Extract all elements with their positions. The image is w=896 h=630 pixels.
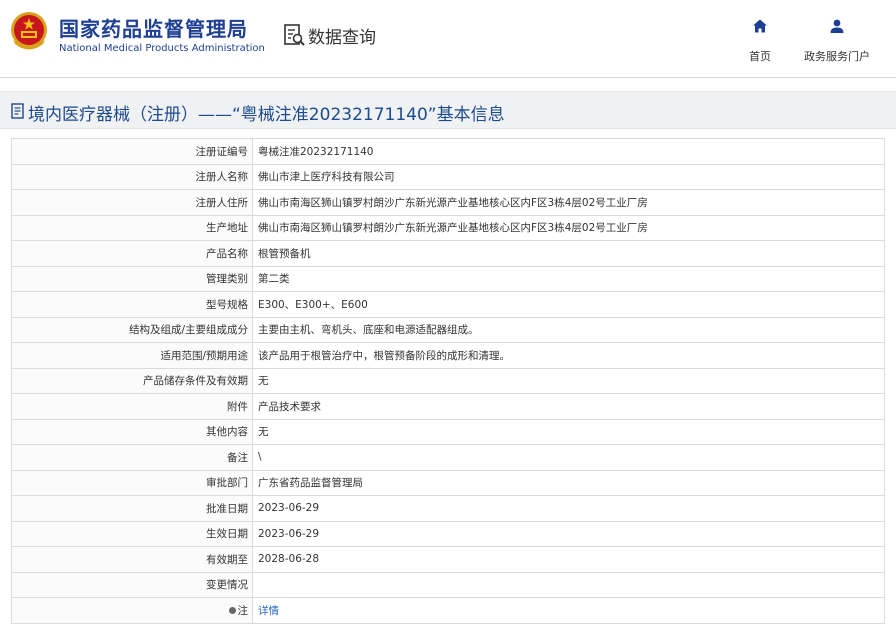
detail-label: 其他内容 xyxy=(11,418,253,445)
detail-row: 审批部门 广东省药品监督管理局 xyxy=(11,469,885,496)
detail-row: 产品名称 根管预备机 xyxy=(11,240,885,267)
detail-value: 佛山市南海区狮山镇罗村朗沙广东新光源产业基地核心区内F区3栋4层02号工业厂房 xyxy=(252,189,885,216)
detail-value: 2023-06-29 xyxy=(252,495,885,522)
detail-value: 产品技术要求 xyxy=(252,393,885,420)
detail-row: 适用范围/预期用途 该产品用于根管治疗中，根管预备阶段的成形和清理。 xyxy=(11,342,885,369)
document-search-icon xyxy=(284,24,305,46)
detail-label: 变更情况 xyxy=(11,571,253,598)
document-icon xyxy=(11,103,24,119)
org-name-cn[interactable]: 国家药品监督管理局 xyxy=(59,13,248,42)
detail-row: 产品储存条件及有效期无 xyxy=(11,367,885,394)
detail-row: 注册人名称 佛山市津上医疗科技有限公司 xyxy=(11,163,885,190)
detail-row: 管理类别 第二类 xyxy=(11,265,885,292)
user-icon xyxy=(830,19,844,33)
bullet-icon xyxy=(228,606,236,614)
detail-value xyxy=(252,571,885,598)
detail-value: \ xyxy=(252,444,885,471)
detail-row: 生效日期 2023-06-29 xyxy=(11,520,885,547)
detail-label: 附件 xyxy=(11,393,253,420)
details-link[interactable]: 详情 xyxy=(258,605,279,617)
detail-label: 结构及组成/主要组成成分 xyxy=(11,316,253,343)
detail-label: 产品名称 xyxy=(11,240,253,267)
detail-row: 其他内容无 xyxy=(11,418,885,445)
detail-value: 佛山市津上医疗科技有限公司 xyxy=(252,163,885,190)
detail-label: 有效期至 xyxy=(11,546,253,573)
note-label-cell: 注 xyxy=(11,597,253,624)
nav-service-portal[interactable]: 政务服务门户 xyxy=(792,18,882,64)
page-title-bar: 境内医疗器械（注册）——“粤械注准20232171140”基本信息 xyxy=(0,91,896,129)
detail-label: 注册人住所 xyxy=(11,189,253,216)
detail-value: E300、E300+、E600 xyxy=(252,291,885,318)
detail-label: 生效日期 xyxy=(11,520,253,547)
detail-value: 无 xyxy=(252,367,885,394)
org-name-en[interactable]: National Medical Products Administration xyxy=(59,43,265,54)
detail-row: 备注 \ xyxy=(11,444,885,471)
detail-row: 生产地址 佛山市南海区狮山镇罗村朗沙广东新光源产业基地核心区内F区3栋4层02号工… xyxy=(11,214,885,241)
site-header: 国家药品监督管理局 National Medical Products Admi… xyxy=(0,0,896,78)
note-row: 注详情 xyxy=(11,597,885,624)
detail-label: 管理类别 xyxy=(11,265,253,292)
detail-value: 2028-06-28 xyxy=(252,546,885,573)
home-icon xyxy=(753,19,767,33)
detail-label: 型号规格 xyxy=(11,291,253,318)
detail-label: 备注 xyxy=(11,444,253,471)
detail-value: 主要由主机、弯机头、底座和电源适配器组成。 xyxy=(252,316,885,343)
detail-label: 产品储存条件及有效期 xyxy=(11,367,253,394)
detail-value: 佛山市南海区狮山镇罗村朗沙广东新光源产业基地核心区内F区3栋4层02号工业厂房 xyxy=(252,214,885,241)
detail-row: 型号规格 E300、E300+、E600 xyxy=(11,291,885,318)
detail-value: 该产品用于根管治疗中，根管预备阶段的成形和清理。 xyxy=(252,342,885,369)
detail-label: 批准日期 xyxy=(11,495,253,522)
detail-value: 2023-06-29 xyxy=(252,520,885,547)
detail-value: 无 xyxy=(252,418,885,445)
detail-value: 粤械注准20232171140 xyxy=(252,138,885,165)
detail-value: 第二类 xyxy=(252,265,885,292)
detail-row: 有效期至 2028-06-28 xyxy=(11,546,885,573)
detail-label: 审批部门 xyxy=(11,469,253,496)
page-title: 境内医疗器械（注册）——“粤械注准20232171140”基本信息 xyxy=(28,105,505,125)
detail-row: 批准日期 2023-06-29 xyxy=(11,495,885,522)
detail-row: 附件 产品技术要求 xyxy=(11,393,885,420)
note-label: 注 xyxy=(237,604,249,617)
nav-service-portal-label: 政务服务门户 xyxy=(804,50,870,63)
detail-label: 生产地址 xyxy=(11,214,253,241)
detail-row: 注册人住所 佛山市南海区狮山镇罗村朗沙广东新光源产业基地核心区内F区3栋4层02号… xyxy=(11,189,885,216)
detail-label: 注册证编号 xyxy=(11,138,253,165)
data-query-title[interactable]: 数据查询 xyxy=(282,22,376,48)
detail-label: 适用范围/预期用途 xyxy=(11,342,253,369)
detail-row: 变更情况 xyxy=(11,571,885,598)
note-value-cell: 详情 xyxy=(252,597,885,624)
detail-row: 注册证编号 粤械注准20232171140 xyxy=(11,138,885,165)
detail-value: 广东省药品监督管理局 xyxy=(252,469,885,496)
detail-row: 结构及组成/主要组成成分 主要由主机、弯机头、底座和电源适配器组成。 xyxy=(11,316,885,343)
national-emblem-icon xyxy=(11,12,47,50)
detail-label: 注册人名称 xyxy=(11,163,253,190)
detail-value: 根管预备机 xyxy=(252,240,885,267)
data-query-label: 数据查询 xyxy=(308,27,376,48)
detail-table: 注册证编号 粤械注准20232171140 注册人名称 佛山市津上医疗科技有限公司 注册… xyxy=(11,138,885,624)
